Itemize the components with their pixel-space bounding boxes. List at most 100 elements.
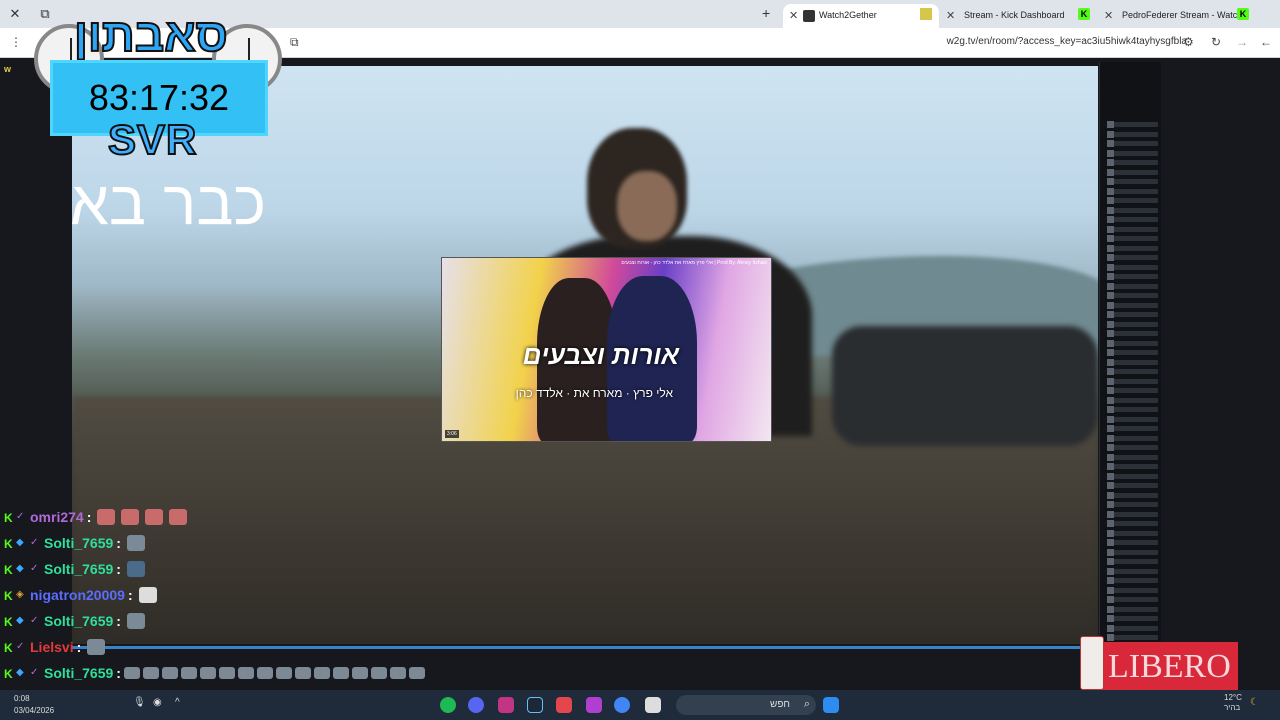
playlist-item[interactable] xyxy=(1107,425,1158,432)
chat-username[interactable]: Solti_7659 xyxy=(44,535,113,551)
playlist-item[interactable] xyxy=(1107,254,1158,261)
playlist-item[interactable] xyxy=(1107,292,1158,299)
playlist-item[interactable] xyxy=(1107,529,1158,537)
chevron-up-icon[interactable]: ^ xyxy=(175,697,180,708)
playlist-item[interactable] xyxy=(1107,244,1158,252)
playlist-item[interactable] xyxy=(1107,596,1158,603)
playlist-item[interactable] xyxy=(1107,263,1158,271)
playlist-item[interactable] xyxy=(1107,168,1158,176)
discord-icon[interactable] xyxy=(468,697,484,713)
playlist-item[interactable] xyxy=(1107,453,1158,461)
back-icon[interactable]: ← xyxy=(1260,35,1272,49)
playlist-item[interactable] xyxy=(1107,311,1158,318)
playlist-item[interactable] xyxy=(1107,501,1158,508)
night-mode-icon[interactable]: ☾ xyxy=(1250,697,1259,708)
playlist-item[interactable] xyxy=(1107,140,1158,147)
chat-username[interactable]: Solti_7659 xyxy=(44,613,113,629)
file-explorer-icon[interactable] xyxy=(645,697,661,713)
playlist-item[interactable] xyxy=(1107,130,1158,138)
playlist-item[interactable] xyxy=(1107,482,1158,489)
chat-emote-icon xyxy=(126,613,145,630)
playlist-item[interactable] xyxy=(1107,178,1158,185)
playlist-item[interactable] xyxy=(1107,577,1158,584)
site-settings-icon[interactable]: ⚙ xyxy=(1183,35,1194,49)
playlist-item[interactable] xyxy=(1107,634,1158,641)
windows-start-icon[interactable] xyxy=(823,697,839,713)
playlist-item[interactable] xyxy=(1107,396,1158,404)
menu-icon[interactable]: ⋮ xyxy=(10,35,22,49)
playlist-item[interactable] xyxy=(1107,463,1158,470)
playlist-item[interactable] xyxy=(1107,121,1158,128)
tab-kick-dashboard[interactable]: ✕ Stream - Kick Dashboard xyxy=(940,4,1080,28)
playlist-item[interactable] xyxy=(1107,444,1158,451)
taskbar-search[interactable]: חפש ⌕ xyxy=(676,695,816,715)
playlist-panel[interactable] xyxy=(1099,62,1161,651)
playlist-item[interactable] xyxy=(1107,320,1158,328)
sub-badge-icon: ◆ xyxy=(16,667,24,679)
playlist-item[interactable] xyxy=(1107,387,1158,394)
close-tab-icon[interactable]: ✕ xyxy=(1104,9,1113,22)
playlist-item[interactable] xyxy=(1107,149,1158,157)
playlist-item[interactable] xyxy=(1107,282,1158,290)
playlist-item[interactable] xyxy=(1107,472,1158,480)
playlist-item[interactable] xyxy=(1107,225,1158,233)
spotify-icon[interactable] xyxy=(440,697,456,713)
app-icon[interactable] xyxy=(586,697,602,713)
chat-username[interactable]: omri274 xyxy=(30,509,84,525)
wifi-icon[interactable]: ◉ xyxy=(153,697,162,708)
playlist-item[interactable] xyxy=(1107,330,1158,337)
weather-widget[interactable]: 12°C בהיר xyxy=(1224,693,1242,713)
playlist-item[interactable] xyxy=(1107,216,1158,223)
close-tab-icon[interactable]: ✕ xyxy=(789,9,798,22)
close-window-icon[interactable]: ✕ xyxy=(6,5,24,23)
weather-desc: בהיר xyxy=(1224,703,1241,712)
screenshot-icon[interactable]: ⧉ xyxy=(290,35,299,50)
steam-icon[interactable] xyxy=(527,697,543,713)
chat-username[interactable]: nigatron20009 xyxy=(30,587,125,603)
playlist-item[interactable] xyxy=(1107,434,1158,442)
url-field[interactable]: w2g.tv/en/room/?access_key=ac3iu5hiwk4ta… xyxy=(947,36,1187,47)
mic-icon[interactable]: 🎙 xyxy=(133,697,146,708)
playlist-item[interactable] xyxy=(1107,520,1158,527)
close-tab-icon[interactable]: ✕ xyxy=(946,9,955,22)
forward-icon[interactable]: → xyxy=(1236,35,1248,49)
tab-watch2gether[interactable]: ✕ Watch2Gether xyxy=(783,4,939,28)
playlist-item[interactable] xyxy=(1107,624,1158,632)
kick-icon: K xyxy=(4,563,13,578)
app-icon[interactable] xyxy=(556,697,572,713)
playlist-item[interactable] xyxy=(1107,197,1158,204)
playlist-item[interactable] xyxy=(1107,415,1158,423)
playlist-item[interactable] xyxy=(1107,558,1158,565)
playlist-item[interactable] xyxy=(1107,358,1158,366)
playlist-item[interactable] xyxy=(1107,187,1158,195)
playlist-item[interactable] xyxy=(1107,510,1158,518)
playlist-item[interactable] xyxy=(1107,159,1158,166)
video-progress-bar[interactable] xyxy=(72,646,1098,649)
playlist-item[interactable] xyxy=(1107,339,1158,347)
playlist-item[interactable] xyxy=(1107,567,1158,575)
playlist-item[interactable] xyxy=(1107,235,1158,242)
playlist-item[interactable] xyxy=(1107,406,1158,413)
chrome-icon[interactable] xyxy=(614,697,630,713)
playlist-item[interactable] xyxy=(1107,273,1158,280)
playlist-item[interactable] xyxy=(1107,368,1158,375)
playlist-item[interactable] xyxy=(1107,586,1158,594)
playlist-item[interactable] xyxy=(1107,605,1158,613)
chat-username[interactable]: Solti_7659 xyxy=(44,561,113,577)
chat-username[interactable]: Lielsvi xyxy=(30,639,74,655)
chat-emote-icon xyxy=(389,667,406,680)
playlist-item[interactable] xyxy=(1107,548,1158,556)
app-icon[interactable] xyxy=(498,697,514,713)
reload-icon[interactable]: ↻ xyxy=(1211,35,1221,49)
playlist-item[interactable] xyxy=(1107,491,1158,499)
playlist-item[interactable] xyxy=(1107,301,1158,309)
video-thumbnail[interactable]: אלי פרץ מארח את אלדד כהן - אורות וצבעים … xyxy=(441,257,772,442)
tab-pedrofederer[interactable]: ✕ PedroFederer Stream - Watch xyxy=(1098,4,1238,28)
playlist-item[interactable] xyxy=(1107,377,1158,385)
playlist-item[interactable] xyxy=(1107,349,1158,356)
playlist-item[interactable] xyxy=(1107,539,1158,546)
chat-username[interactable]: Solti_7659 xyxy=(44,665,113,681)
playlist-item[interactable] xyxy=(1107,615,1158,622)
new-tab-button[interactable]: + xyxy=(762,5,770,21)
playlist-item[interactable] xyxy=(1107,206,1158,214)
